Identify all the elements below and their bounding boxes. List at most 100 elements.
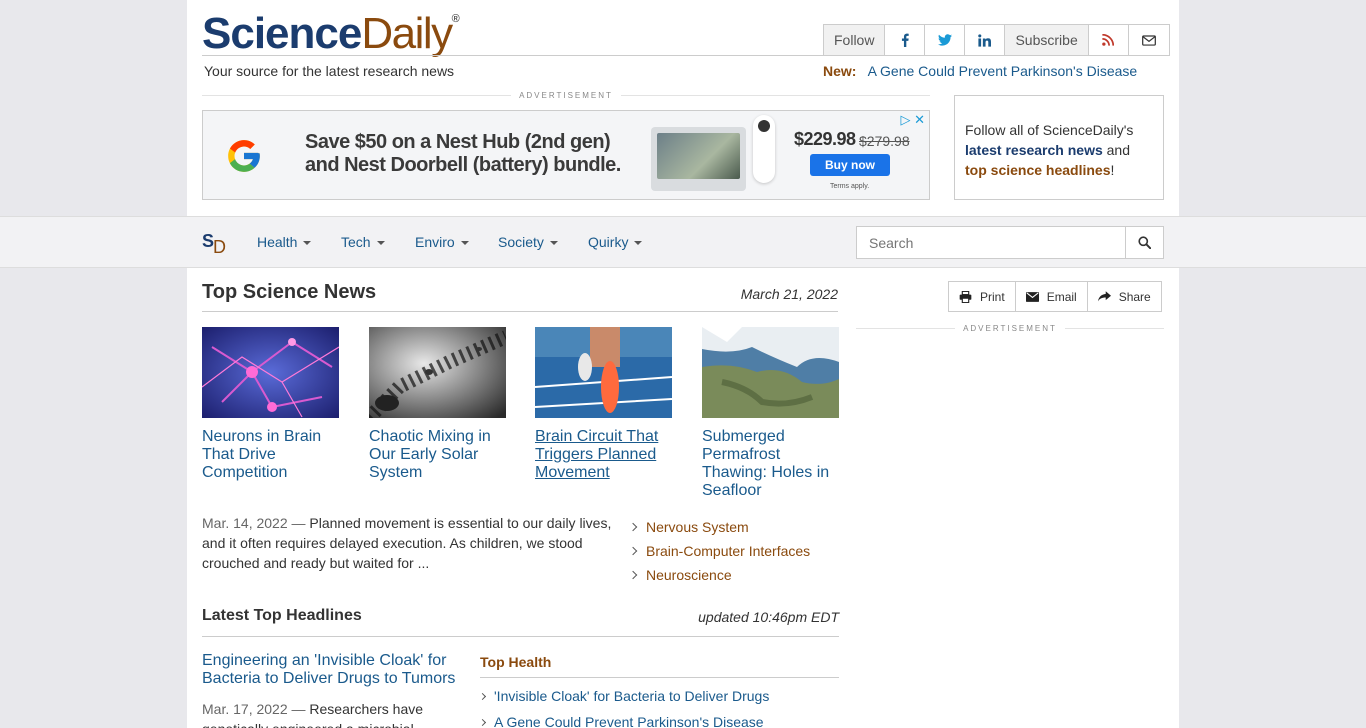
section-divider bbox=[202, 311, 838, 312]
topic-item[interactable]: Nervous System bbox=[628, 515, 810, 539]
latest-research-link[interactable]: latest research news bbox=[965, 142, 1103, 158]
summary-date: Mar. 14, 2022 bbox=[202, 515, 288, 531]
story-card[interactable]: Brain Circuit That Triggers Planned Move… bbox=[535, 327, 672, 482]
logo-daily: Daily bbox=[361, 9, 453, 58]
asteroids-thumbnail bbox=[369, 327, 506, 418]
topic-link[interactable]: Neuroscience bbox=[646, 567, 732, 583]
story-title[interactable]: Brain Circuit That Triggers Planned Move… bbox=[535, 428, 672, 482]
topic-item[interactable]: Neuroscience bbox=[628, 563, 810, 587]
latest-headlines-title: Latest Top Headlines bbox=[202, 607, 362, 624]
permafrost-map-thumbnail bbox=[702, 327, 839, 418]
print-button[interactable]: Print bbox=[949, 282, 1016, 311]
subscribe-button[interactable]: Subscribe bbox=[1005, 25, 1089, 55]
nest-doorbell-image bbox=[753, 115, 775, 183]
share-button[interactable]: Share bbox=[1087, 282, 1161, 311]
latest-divider bbox=[202, 636, 839, 637]
sidebar-advertisement-label: ADVERTISEMENT bbox=[856, 324, 1164, 333]
nav-logo[interactable]: SD bbox=[202, 231, 227, 257]
ad-price: $229.98 bbox=[794, 129, 856, 149]
story-title[interactable]: Submerged Permafrost Thawing: Holes in S… bbox=[702, 428, 839, 500]
top-health-link[interactable]: 'Invisible Cloak' for Bacteria to Delive… bbox=[494, 688, 769, 704]
share-icon bbox=[1097, 291, 1111, 302]
topic-item[interactable]: Brain-Computer Interfaces bbox=[628, 539, 810, 563]
updated-time: updated 10:46pm EDT bbox=[698, 609, 839, 625]
follow-promo-text-3: ! bbox=[1110, 162, 1115, 178]
main-navbar: SD Health Tech Enviro Society Quirky bbox=[0, 216, 1366, 268]
nest-hub-image bbox=[651, 127, 746, 191]
follow-promo-box: Follow all of ScienceDaily's latest rese… bbox=[954, 95, 1164, 200]
new-label: New: bbox=[823, 63, 857, 79]
print-label: Print bbox=[980, 289, 1005, 304]
nav-quirky-label: Quirky bbox=[588, 234, 629, 250]
nav-society-label: Society bbox=[498, 234, 544, 250]
top-health-item[interactable]: A Gene Could Prevent Parkinson's Disease bbox=[478, 709, 769, 728]
new-story-link[interactable]: A Gene Could Prevent Parkinson's Disease bbox=[868, 63, 1138, 79]
social-bar: Follow Subscribe bbox=[823, 24, 1170, 56]
story-title[interactable]: Chaotic Mixing in Our Early Solar System bbox=[369, 428, 506, 482]
nav-society[interactable]: Society bbox=[498, 234, 558, 250]
ad-banner[interactable]: Save $50 on a Nest Hub (2nd gen) and Nes… bbox=[202, 110, 930, 200]
follow-label: Follow bbox=[824, 25, 886, 55]
search-icon bbox=[1138, 236, 1151, 249]
caret-down-icon bbox=[376, 241, 385, 246]
topic-link[interactable]: Brain-Computer Interfaces bbox=[646, 543, 810, 559]
chevron-right-icon bbox=[628, 570, 638, 580]
nav-tech[interactable]: Tech bbox=[341, 234, 385, 250]
email-icon[interactable] bbox=[1129, 25, 1169, 55]
adchoices-icon[interactable]: ▷ ✕ bbox=[900, 112, 925, 128]
summary-separator: — bbox=[287, 515, 310, 531]
site-tagline: Your source for the latest research news bbox=[204, 63, 455, 79]
top-health-item[interactable]: 'Invisible Cloak' for Bacteria to Delive… bbox=[478, 683, 769, 709]
email-label: Email bbox=[1046, 289, 1077, 304]
logo-science: Science bbox=[202, 9, 362, 58]
nav-quirky[interactable]: Quirky bbox=[588, 234, 643, 250]
nav-tech-label: Tech bbox=[341, 234, 371, 250]
email-share-button[interactable]: Email bbox=[1015, 282, 1088, 311]
new-story-line: New: A Gene Could Prevent Parkinson's Di… bbox=[823, 63, 1137, 79]
lead-story-separator: — bbox=[287, 701, 310, 717]
story-card[interactable]: Chaotic Mixing in Our Early Solar System bbox=[369, 327, 506, 482]
linkedin-icon[interactable] bbox=[965, 25, 1006, 55]
nav-enviro-label: Enviro bbox=[415, 234, 455, 250]
section-title: Top Science News bbox=[202, 281, 377, 303]
page-date: March 21, 2022 bbox=[740, 286, 838, 302]
ad-headline-line-2: and Nest Doorbell (battery) bundle. bbox=[305, 154, 621, 176]
rss-icon[interactable] bbox=[1089, 25, 1129, 55]
chevron-right-icon bbox=[628, 522, 638, 532]
buy-now-button[interactable]: Buy now bbox=[810, 154, 890, 176]
nav-health-label: Health bbox=[257, 234, 298, 250]
story-title[interactable]: Neurons in Brain That Drive Competition bbox=[202, 428, 339, 482]
search-input[interactable] bbox=[856, 226, 1126, 259]
site-logo[interactable]: ScienceDaily® bbox=[202, 9, 460, 58]
caret-down-icon bbox=[303, 241, 312, 246]
facebook-icon[interactable] bbox=[885, 25, 926, 55]
share-label: Share bbox=[1118, 289, 1151, 304]
featured-summary: Mar. 14, 2022 — Planned movement is esse… bbox=[202, 513, 617, 573]
chevron-right-icon bbox=[628, 546, 638, 556]
print-icon bbox=[959, 290, 972, 303]
share-actions: Print Email Share bbox=[948, 281, 1162, 312]
twitter-icon[interactable] bbox=[925, 25, 966, 55]
ad-terms: Terms apply. bbox=[830, 183, 870, 190]
related-topics: Nervous System Brain-Computer Interfaces… bbox=[628, 515, 810, 587]
ad-headline-line-1: Save $50 on a Nest Hub (2nd gen) bbox=[305, 131, 611, 153]
neurons-thumbnail bbox=[202, 327, 339, 418]
nav-enviro[interactable]: Enviro bbox=[415, 234, 469, 250]
logo-registered: ® bbox=[451, 13, 460, 25]
nav-logo-d: D bbox=[213, 237, 227, 257]
advertisement-label: ADVERTISEMENT bbox=[202, 91, 930, 100]
google-logo-icon bbox=[228, 140, 260, 172]
top-health-link[interactable]: A Gene Could Prevent Parkinson's Disease bbox=[494, 714, 764, 728]
nav-health[interactable]: Health bbox=[257, 234, 312, 250]
topic-link[interactable]: Nervous System bbox=[646, 519, 749, 535]
follow-promo-text-2: and bbox=[1102, 142, 1130, 158]
story-card[interactable]: Neurons in Brain That Drive Competition bbox=[202, 327, 339, 482]
top-health-divider bbox=[480, 677, 839, 678]
search-button[interactable] bbox=[1125, 226, 1164, 259]
caret-down-icon bbox=[460, 241, 469, 246]
lead-story-summary: Mar. 17, 2022 — Researchers have genetic… bbox=[202, 699, 452, 728]
top-health-list: 'Invisible Cloak' for Bacteria to Delive… bbox=[478, 683, 769, 728]
story-card[interactable]: Submerged Permafrost Thawing: Holes in S… bbox=[702, 327, 839, 500]
top-headlines-link[interactable]: top science headlines bbox=[965, 162, 1111, 178]
lead-story-link[interactable]: Engineering an 'Invisible Cloak' for Bac… bbox=[202, 652, 464, 688]
